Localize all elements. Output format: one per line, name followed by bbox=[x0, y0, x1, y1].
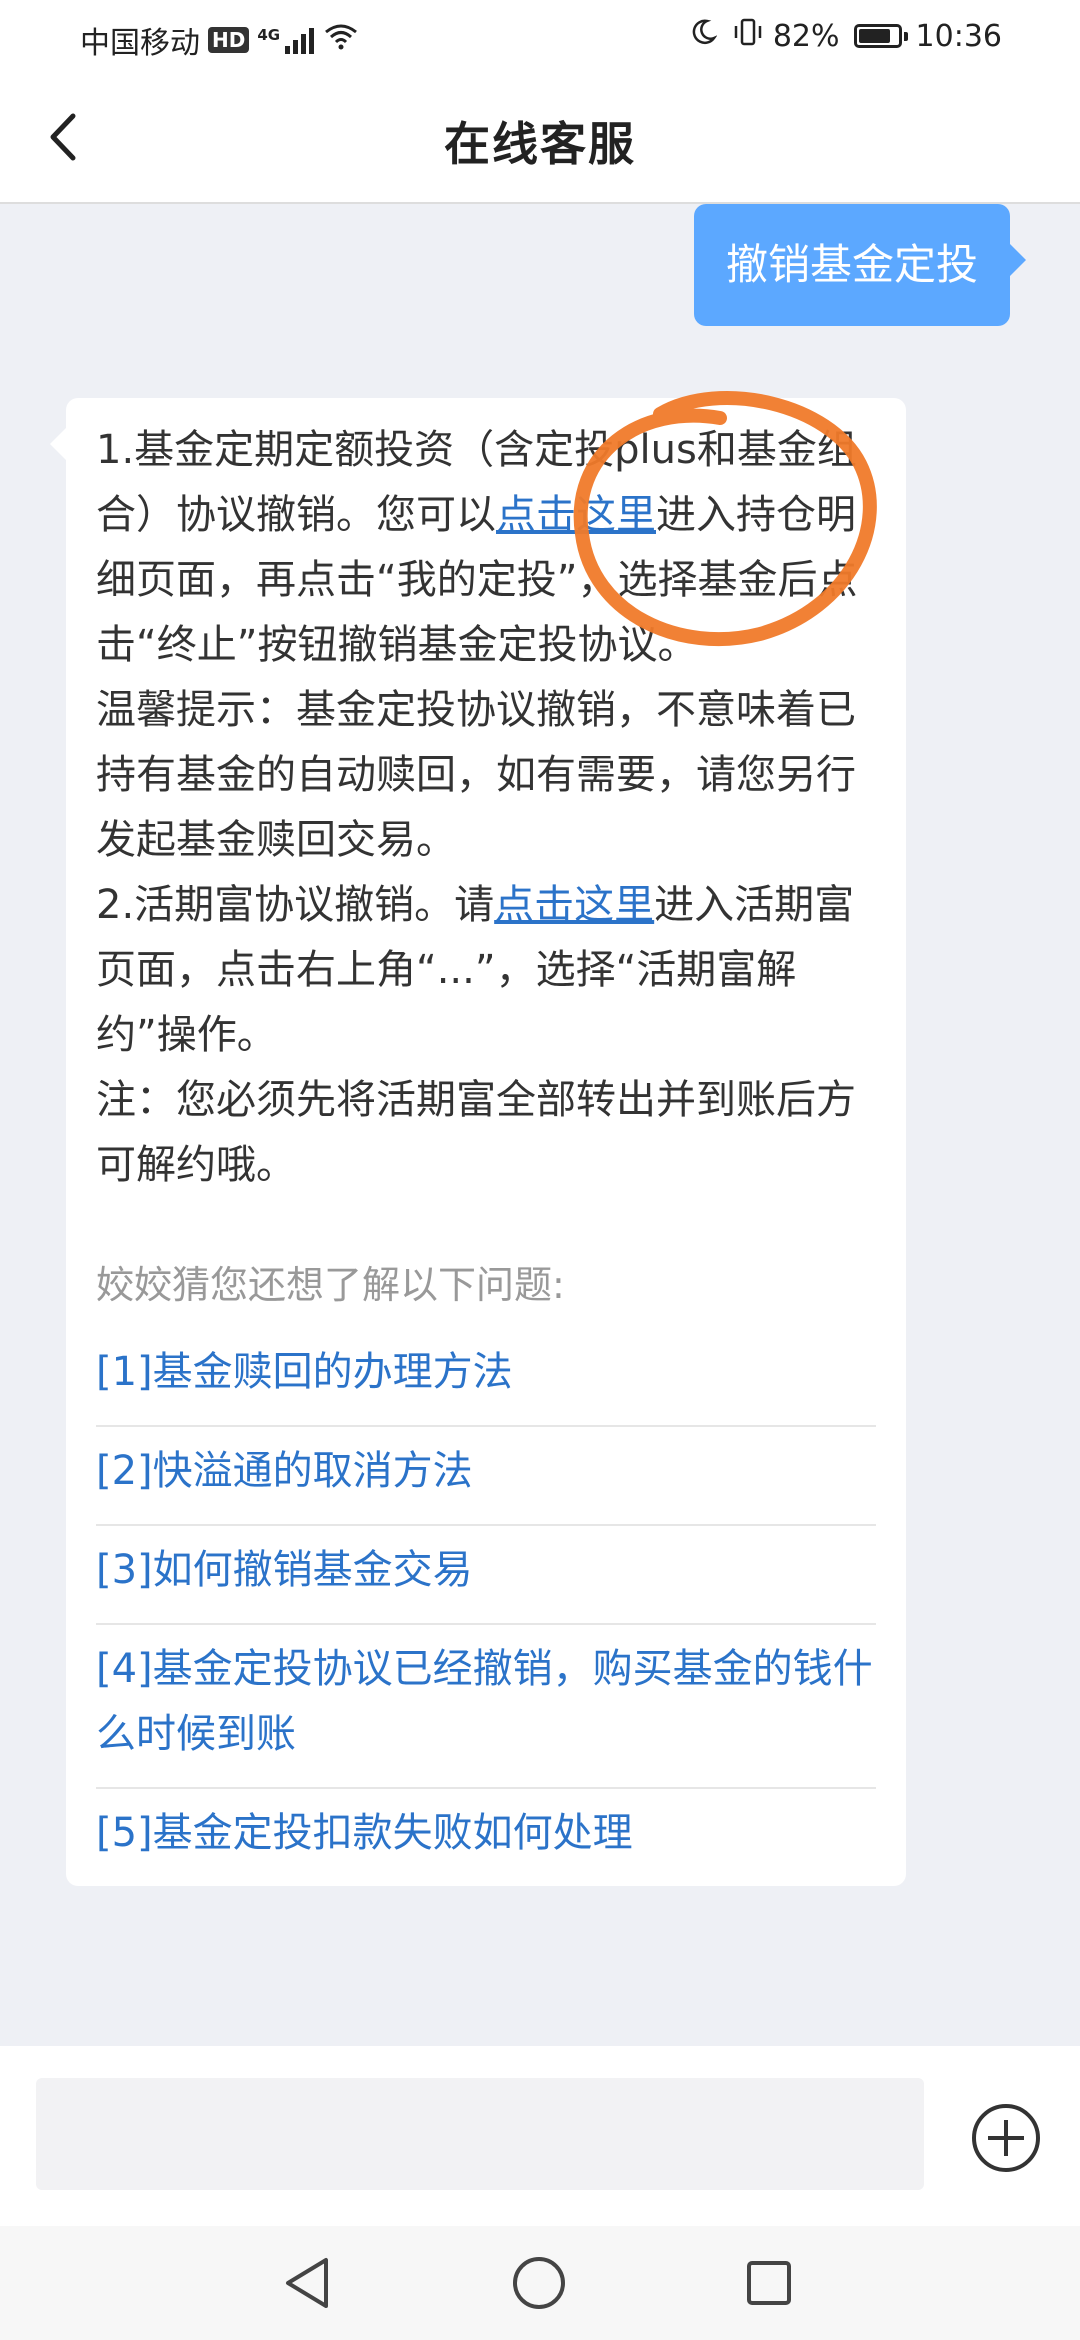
message-input[interactable] bbox=[36, 2078, 924, 2190]
moon-icon bbox=[689, 18, 718, 54]
status-bar: 中国移动 HD 4G 82% 10:36 bbox=[0, 0, 1080, 72]
network-type-label: 4G bbox=[257, 26, 281, 44]
status-left: 中国移动 HD 4G bbox=[80, 18, 358, 62]
bot-paragraph-2-text: 2.活期富协议撤销。请 bbox=[96, 882, 495, 928]
battery-percent: 82% bbox=[772, 18, 840, 54]
bot-note: 注：您必须先将活期富全部转出并到账后方可解约哦。 bbox=[96, 1077, 856, 1188]
user-message-bubble: 撤销基金定投 bbox=[693, 204, 1027, 326]
link-huoqifu-page[interactable]: 点击这里 bbox=[494, 882, 654, 928]
suggestion-intro: 姣姣猜您还想了解以下问题: bbox=[96, 1263, 565, 1307]
plus-circle-icon bbox=[972, 2104, 1040, 2172]
page-title: 在线客服 bbox=[444, 117, 636, 171]
bot-message-text: 1.基金定期定额投资（含定投plus和基金组合）协议撤销。您可以点击这里进入持仓… bbox=[96, 418, 876, 1198]
chat-area[interactable]: 撤销基金定投 1.基金定期定额投资（含定投plus和基金组合）协议撤销。您可以点… bbox=[0, 204, 1080, 2044]
bot-paragraph-2: 2.活期富协议撤销。请点击这里进入活期富页面，点击右上角“...”，选择“活期富… bbox=[96, 873, 876, 1068]
suggestion-item[interactable]: [5]基金定投扣款失败如何处理 bbox=[96, 1789, 876, 1886]
add-button[interactable] bbox=[970, 2102, 1042, 2174]
triangle-back-icon bbox=[286, 2258, 328, 2308]
clock: 10:36 bbox=[915, 18, 1002, 54]
screen: 中国移动 HD 4G 82% 10:36 在线客服 撤销基金定投 1.基金定期定… bbox=[0, 0, 1080, 2340]
status-right: 82% 10:36 bbox=[689, 18, 1002, 54]
suggestion-item[interactable]: [1]基金赎回的办理方法 bbox=[96, 1328, 876, 1427]
input-bar bbox=[0, 2046, 1080, 2226]
hd-badge: HD bbox=[208, 27, 250, 53]
nav-recents-button[interactable] bbox=[734, 2248, 804, 2318]
bot-paragraph-1: 1.基金定期定额投资（含定投plus和基金组合）协议撤销。您可以点击这里进入持仓… bbox=[96, 418, 876, 678]
nav-back-button[interactable] bbox=[272, 2248, 342, 2318]
bot-tip: 温馨提示：基金定投协议撤销，不意味着已持有基金的自动赎回，如有需要，请您另行发起… bbox=[96, 687, 856, 863]
suggestion-item[interactable]: [3]如何撤销基金交易 bbox=[96, 1526, 876, 1625]
suggestion-item[interactable]: [4]基金定投协议已经撤销，购买基金的钱什么时候到账 bbox=[96, 1625, 876, 1789]
square-recents-icon bbox=[747, 2261, 791, 2305]
battery-icon bbox=[853, 24, 908, 48]
title-bar: 在线客服 bbox=[0, 72, 1080, 204]
vibrate-icon bbox=[731, 18, 765, 54]
signal-icon: 4G bbox=[257, 26, 315, 54]
suggestion-item[interactable]: [2]快溢通的取消方法 bbox=[96, 1427, 876, 1526]
bot-message-bubble: 1.基金定期定额投资（含定投plus和基金组合）协议撤销。您可以点击这里进入持仓… bbox=[50, 398, 906, 1886]
suggestion-list: [1]基金赎回的办理方法 [2]快溢通的取消方法 [3]如何撤销基金交易 [4]… bbox=[96, 1328, 876, 1886]
wifi-icon bbox=[324, 22, 358, 58]
system-nav-bar bbox=[0, 2226, 1080, 2340]
battery-level-fill bbox=[858, 29, 890, 43]
nav-home-button[interactable] bbox=[504, 2248, 574, 2318]
carrier-label: 中国移动 bbox=[80, 26, 200, 61]
link-holdings-detail[interactable]: 点击这里 bbox=[496, 492, 656, 538]
circle-home-icon bbox=[513, 2257, 565, 2309]
